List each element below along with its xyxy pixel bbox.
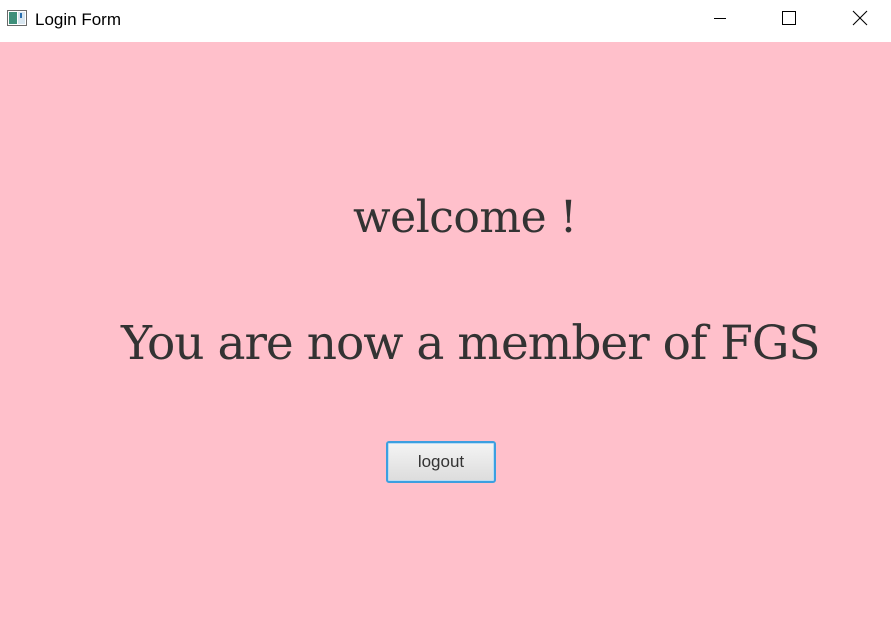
title-bar[interactable]: Login Form <box>0 0 891 42</box>
window-title: Login Form <box>35 10 121 29</box>
minimize-icon <box>714 11 726 29</box>
app-window: Login Form welcome ! You are now a membe… <box>0 0 891 640</box>
member-message: You are now a member of FGS <box>121 316 821 371</box>
minimize-button[interactable] <box>697 0 743 40</box>
main-content: welcome ! You are now a member of FGS lo… <box>0 42 891 640</box>
welcome-heading: welcome ! <box>353 192 577 243</box>
close-button[interactable] <box>837 0 883 40</box>
logout-button[interactable]: logout <box>386 441 496 483</box>
maximize-button[interactable] <box>766 0 812 40</box>
close-icon <box>852 10 868 31</box>
maximize-icon <box>782 10 796 30</box>
app-icon <box>7 10 27 26</box>
